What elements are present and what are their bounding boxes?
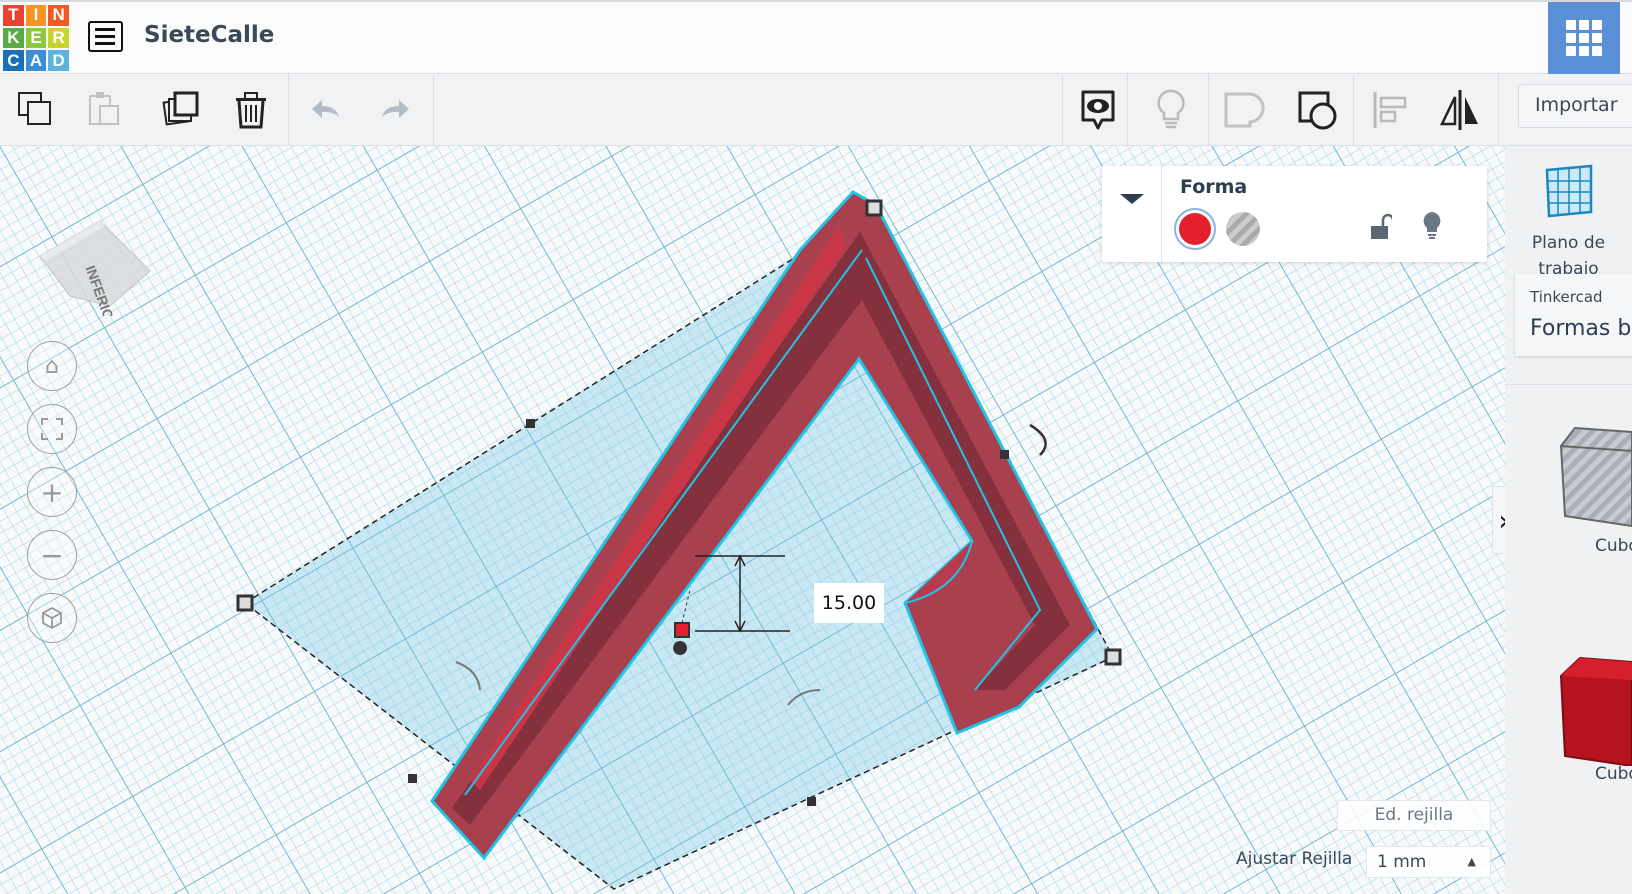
workplane-icon — [1545, 164, 1592, 218]
shapes-sidebar: Plano de trabajo Tinkercad Formas básica… — [1505, 146, 1632, 894]
divider — [1498, 74, 1499, 146]
collapse-inspector-button[interactable] — [1102, 166, 1162, 262]
tinkercad-logo[interactable]: TIN KER CAD — [3, 5, 69, 71]
redo-icon[interactable] — [369, 84, 421, 136]
import-button[interactable]: Importar — [1518, 84, 1632, 128]
divider — [1127, 74, 1128, 146]
height-handle[interactable] — [674, 622, 690, 638]
divider — [1353, 74, 1354, 146]
project-title[interactable]: SieteCalle — [144, 22, 274, 48]
fit-view-icon — [41, 418, 63, 440]
divider — [1208, 74, 1209, 146]
divider — [1062, 74, 1063, 146]
shape-item-box[interactable]: Cubo — [1505, 646, 1632, 816]
workplane-tool[interactable]: Plano de trabajo — [1505, 146, 1632, 279]
hole-box-icon — [1559, 426, 1632, 528]
shape-label: Cubo — [1595, 536, 1632, 556]
logo-letter: A — [25, 50, 47, 71]
grid-apps-icon[interactable] — [1548, 2, 1620, 74]
top-bar: TIN KER CAD SieteCalle — [0, 0, 1632, 74]
divider — [433, 74, 434, 146]
lightbulb-icon[interactable] — [1145, 84, 1197, 136]
shape-library-select[interactable]: Tinkercad Formas básicas — [1515, 274, 1632, 356]
ortho-view-button[interactable] — [27, 593, 77, 643]
logo-letter: D — [48, 50, 69, 71]
mirror-icon[interactable] — [1434, 84, 1486, 136]
logo-letter: N — [48, 5, 69, 26]
divider — [288, 74, 289, 146]
home-view-button[interactable]: ⌂ — [27, 341, 77, 391]
eye-notes-icon[interactable] — [1072, 84, 1124, 136]
cube-icon — [42, 606, 62, 630]
red-box-icon — [1559, 656, 1632, 768]
trash-icon[interactable] — [225, 84, 277, 136]
plus-icon: + — [40, 475, 64, 509]
logo-letter: K — [3, 27, 24, 49]
workplane-viewport[interactable]: INFERIOR ⌂ + − Forma 15.00 Ed. rejilla A… — [0, 146, 1505, 894]
home-icon: ⌂ — [45, 353, 59, 379]
shape-inspector: Forma — [1102, 166, 1487, 262]
snap-grid-select[interactable]: 1 mm ▲ — [1366, 846, 1491, 878]
side-handle[interactable] — [807, 797, 816, 806]
duplicate-icon[interactable] — [154, 84, 206, 136]
lock-icon[interactable] — [1370, 212, 1395, 246]
snap-grid-value: 1 mm — [1377, 852, 1427, 872]
resize-handle[interactable] — [236, 594, 254, 612]
dimension-input[interactable]: 15.00 — [814, 583, 884, 623]
lightbulb-icon[interactable] — [1420, 210, 1444, 246]
minus-icon: − — [40, 538, 64, 572]
inspector-title: Forma — [1180, 176, 1248, 198]
snap-grid-label: Ajustar Rejilla — [1236, 849, 1353, 869]
side-handle[interactable] — [1000, 450, 1009, 459]
divider — [1505, 384, 1632, 385]
caret-up-icon: ▲ — [1467, 855, 1476, 868]
logo-letter: I — [25, 5, 47, 26]
library-source: Tinkercad — [1530, 288, 1603, 306]
solid-color-button[interactable] — [1174, 208, 1216, 250]
side-handle[interactable] — [526, 419, 535, 428]
logo-letter: T — [3, 5, 24, 26]
resize-handle[interactable] — [1104, 648, 1122, 666]
shape-label: Cubo — [1595, 764, 1632, 784]
shape-item-hole-box[interactable]: Cubo — [1505, 416, 1632, 586]
paste-icon[interactable] — [80, 84, 132, 136]
view-cube[interactable]: INFERIOR — [30, 186, 160, 332]
logo-letter: R — [48, 27, 69, 49]
align-icon[interactable] — [1364, 84, 1416, 136]
undo-icon[interactable] — [300, 84, 352, 136]
side-handle[interactable] — [408, 774, 417, 783]
caret-down-icon — [1120, 194, 1144, 204]
list-icon[interactable] — [88, 21, 123, 52]
fit-view-button[interactable] — [27, 404, 77, 454]
resize-handle[interactable] — [865, 199, 883, 217]
ungroup-icon[interactable] — [1292, 84, 1344, 136]
copy-icon[interactable] — [10, 84, 62, 136]
toolbar: Importar — [0, 74, 1632, 146]
zoom-out-button[interactable]: − — [27, 530, 77, 580]
group-icon[interactable] — [1218, 84, 1270, 136]
zoom-in-button[interactable]: + — [27, 467, 77, 517]
hole-button[interactable] — [1226, 212, 1260, 246]
edit-grid-button[interactable]: Ed. rejilla — [1337, 800, 1491, 831]
logo-letter: E — [25, 27, 47, 49]
logo-letter: C — [3, 50, 24, 71]
library-name: Formas básicas — [1530, 316, 1632, 341]
